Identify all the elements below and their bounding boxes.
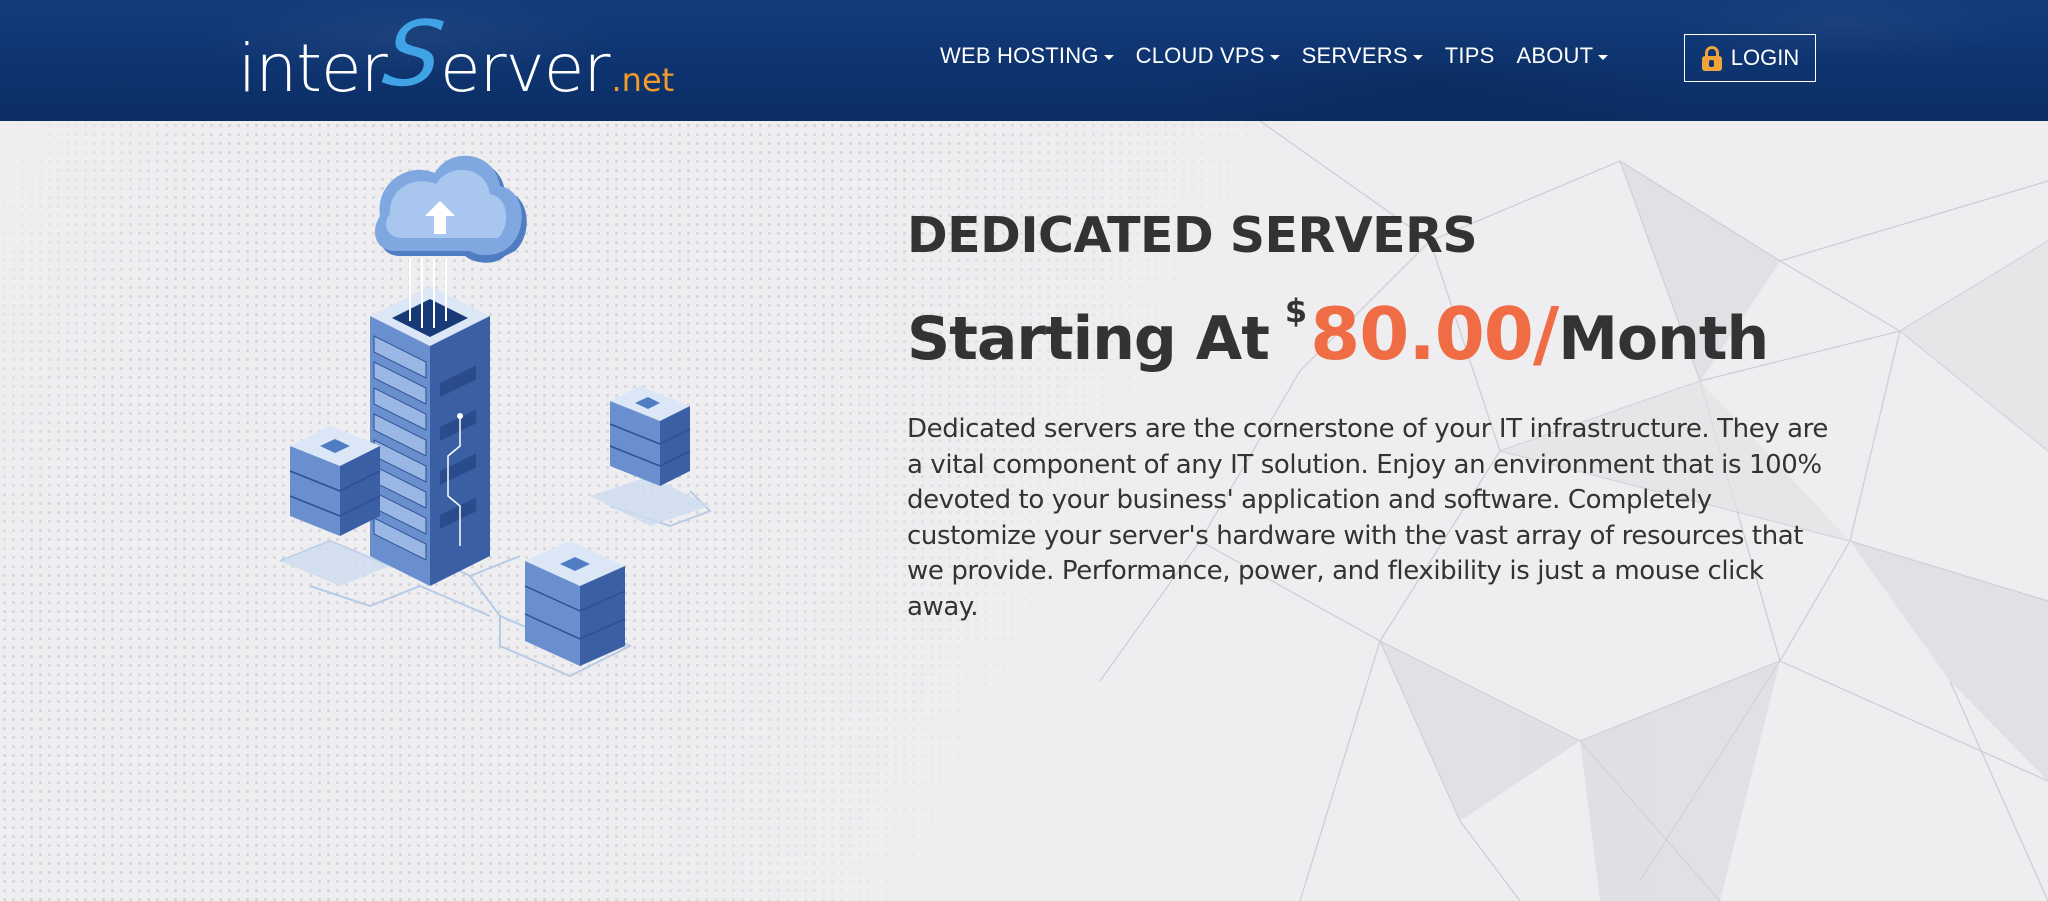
- logo-text-erver: erver: [439, 30, 611, 107]
- nav-web-hosting[interactable]: WEB HOSTING: [940, 43, 1114, 69]
- logo-text-inter: inter: [238, 30, 388, 107]
- main-nav: WEB HOSTING CLOUD VPS SERVERS TIPS ABOUT: [940, 36, 1630, 76]
- chevron-down-icon: [1269, 54, 1280, 60]
- chevron-down-icon: [1412, 54, 1423, 60]
- nav-web-hosting-label: WEB HOSTING: [940, 43, 1099, 68]
- price-unit: Month: [1558, 304, 1769, 374]
- price-currency: $: [1284, 292, 1307, 330]
- chevron-down-icon: [1103, 54, 1114, 60]
- chevron-down-icon: [1598, 54, 1609, 60]
- nav-about[interactable]: ABOUT: [1516, 43, 1609, 69]
- logo-text-s: S: [377, 2, 450, 107]
- nav-tips-label: TIPS: [1444, 43, 1495, 68]
- nav-cloud-vps-label: CLOUD VPS: [1135, 43, 1265, 68]
- price-line: Starting At $ 80.00/ Month: [907, 292, 1847, 376]
- login-button[interactable]: LOGIN: [1684, 34, 1816, 82]
- nav-servers-label: SERVERS: [1301, 43, 1408, 68]
- nav-servers[interactable]: SERVERS: [1302, 43, 1423, 69]
- hero-section: DEDICATED SERVERS Starting At $ 80.00/ M…: [0, 121, 2048, 901]
- server-cloud-illustration: [279, 155, 712, 678]
- login-label: LOGIN: [1730, 45, 1800, 70]
- interserver-logo[interactable]: inter S erver .net: [238, 2, 674, 107]
- price-amount: 80.00/: [1310, 292, 1559, 376]
- top-navbar: inter S erver .net WEB HOSTING CLOUD VPS…: [0, 0, 2048, 121]
- hero-description: Dedicated servers are the cornerstone of…: [907, 414, 1828, 622]
- logo-text-net: .net: [611, 61, 675, 99]
- nav-about-label: ABOUT: [1516, 43, 1594, 68]
- nav-tips[interactable]: TIPS: [1445, 43, 1495, 69]
- page-title: DEDICATED SERVERS: [907, 207, 1478, 264]
- lock-icon: [1701, 45, 1723, 71]
- price-prefix: Starting At: [907, 304, 1270, 374]
- nav-cloud-vps[interactable]: CLOUD VPS: [1136, 43, 1280, 69]
- hero-copy: DEDICATED SERVERS Starting At $ 80.00/ M…: [907, 207, 1847, 625]
